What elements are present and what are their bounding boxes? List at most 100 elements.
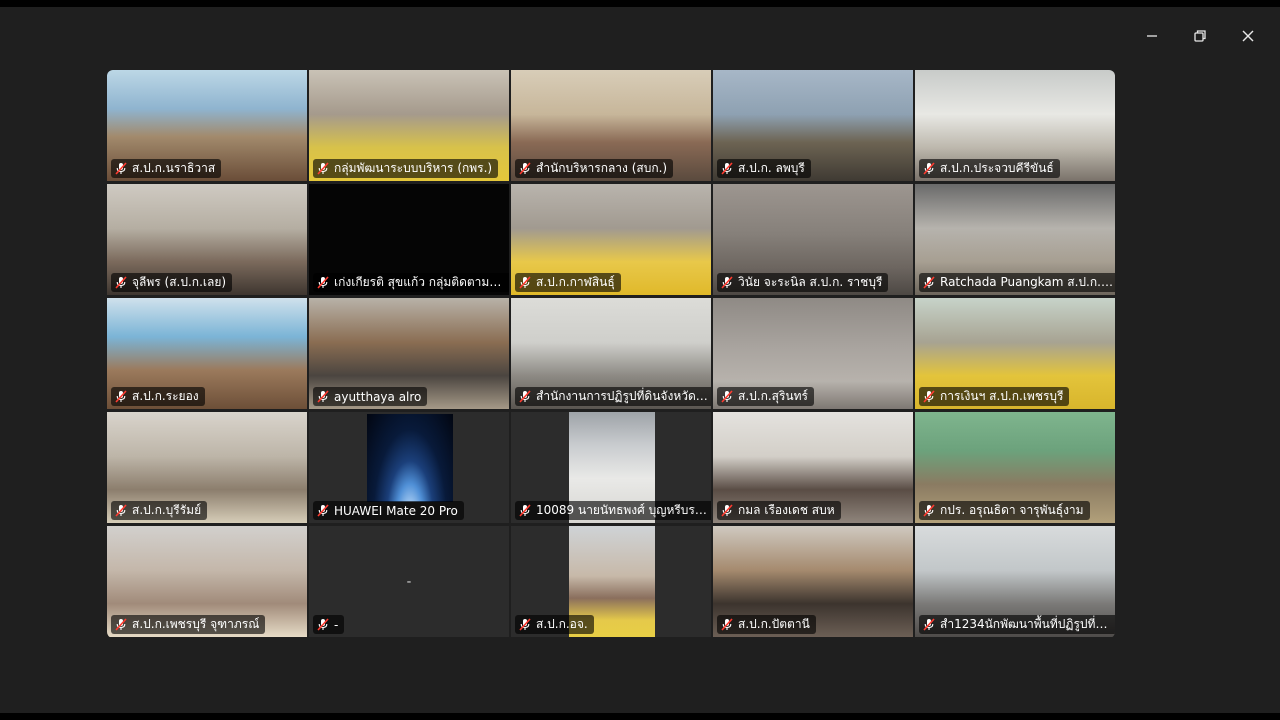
- participant-name: กมล เรืองเดช สบห: [738, 503, 835, 517]
- participant-name: จุลีพร (ส.ป.ก.เลย): [132, 275, 227, 289]
- mic-muted-icon: [115, 390, 127, 403]
- participant-name-tag: Ratchada Puangkam ส.ป.ก.ล...: [919, 273, 1115, 292]
- participant-tile[interactable]: 10089 นายนัทธพงศ์ บุญหรีบรรจง: [511, 412, 711, 523]
- minimize-button[interactable]: [1128, 21, 1176, 51]
- participant-name: ส.ป.ก.อจ.: [536, 617, 588, 631]
- participant-name: ayutthaya alro: [334, 389, 422, 404]
- mic-muted-icon: [721, 162, 733, 175]
- participant-name-tag: -: [313, 615, 345, 634]
- close-button[interactable]: [1224, 21, 1272, 51]
- participant-tile[interactable]: ส.ป.ก.บุรีรัมย์: [107, 412, 307, 523]
- participant-name-tag: 10089 นายนัทธพงศ์ บุญหรีบรรจง: [515, 501, 711, 520]
- mic-muted-icon: [519, 276, 531, 289]
- participant-name: -: [334, 617, 339, 632]
- participant-placeholder: -: [406, 574, 412, 589]
- participant-tile[interactable]: เก่งเกียรติ สุขแก้ว กลุ่มติดตามและ...: [309, 184, 509, 295]
- participant-tile[interactable]: ส.ป.ก.ปัตตานี: [713, 526, 913, 637]
- participant-tile[interactable]: กปร. อรุณธิดา จารุพันธุ์งาม: [915, 412, 1115, 523]
- participant-name-tag: ส.ป.ก.อจ.: [515, 615, 594, 634]
- participant-name: ส.ป.ก.กาฬสินธุ์: [536, 275, 615, 289]
- participant-name: 10089 นายนัทธพงศ์ บุญหรีบรรจง: [536, 503, 709, 517]
- participant-name-tag: ส.ป.ก.นราธิวาส: [111, 159, 222, 178]
- participant-name-tag: ส.ป.ก. ลพบุรี: [717, 159, 811, 178]
- participant-tile[interactable]: สำนักบริหารกลาง (สบก.): [511, 70, 711, 181]
- participant-tile[interactable]: จุลีพร (ส.ป.ก.เลย): [107, 184, 307, 295]
- participant-name: Ratchada Puangkam ส.ป.ก.ล...: [940, 275, 1113, 289]
- participant-name-tag: สำนักงานการปฏิรูปที่ดินจังหวัด ล...: [515, 387, 711, 406]
- participant-tile[interactable]: กมล เรืองเดช สบห: [713, 412, 913, 523]
- participant-name-tag: ส.ป.ก.ปัตตานี: [717, 615, 816, 634]
- participant-tile[interactable]: ส.ป.ก. ลพบุรี: [713, 70, 913, 181]
- participant-tile[interactable]: ส.ป.ก.กาฬสินธุ์: [511, 184, 711, 295]
- participant-tile[interactable]: ส.ป.ก.เพชรบุรี จุฑาภรณ์: [107, 526, 307, 637]
- participant-name-tag: การเงินฯ ส.ป.ก.เพชรบุรี: [919, 387, 1070, 406]
- participant-name-tag: สำนักบริหารกลาง (สบก.): [515, 159, 674, 178]
- mic-muted-icon: [115, 162, 127, 175]
- participant-tile[interactable]: การเงินฯ ส.ป.ก.เพชรบุรี: [915, 298, 1115, 409]
- participant-name-tag: กลุ่มพัฒนาระบบบริหาร (กพร.): [313, 159, 499, 178]
- participant-name-tag: วินัย จะระนิล ส.ป.ก. ราชบุรี: [717, 273, 889, 292]
- mic-muted-icon: [721, 504, 733, 517]
- participant-name: ส.ป.ก.ระยอง: [132, 389, 199, 403]
- participant-tile[interactable]: กลุ่มพัฒนาระบบบริหาร (กพร.): [309, 70, 509, 181]
- participant-name-tag: เก่งเกียรติ สุขแก้ว กลุ่มติดตามและ...: [313, 273, 509, 292]
- participant-tile[interactable]: ส.ป.ก.นราธิวาส: [107, 70, 307, 181]
- restore-button[interactable]: [1176, 21, 1224, 51]
- participant-name: HUAWEI Mate 20 Pro: [334, 503, 458, 518]
- participant-name-tag: ayutthaya alro: [313, 387, 428, 406]
- participant-name-tag: HUAWEI Mate 20 Pro: [313, 501, 464, 520]
- mic-muted-icon: [519, 618, 531, 631]
- meeting-window: ส.ป.ก.นราธิวาส กลุ่มพัฒนาระบบบริหาร (กพร.…: [0, 7, 1280, 713]
- participant-name: สำนักงานการปฏิรูปที่ดินจังหวัด ล...: [536, 389, 709, 403]
- participant-name: ส.ป.ก.ประจวบคีรีขันธ์: [940, 161, 1054, 175]
- participant-tile[interactable]: วินัย จะระนิล ส.ป.ก. ราชบุรี: [713, 184, 913, 295]
- mic-muted-icon: [115, 276, 127, 289]
- participant-name-tag: ส.ป.ก.เพชรบุรี จุฑาภรณ์: [111, 615, 266, 634]
- minimize-icon: [1147, 35, 1157, 37]
- mic-muted-icon: [721, 276, 733, 289]
- participant-tile[interactable]: ส.ป.ก.อจ.: [511, 526, 711, 637]
- mic-muted-icon: [317, 162, 329, 175]
- participant-tile[interactable]: ส.ป.ก.ระยอง: [107, 298, 307, 409]
- mic-muted-icon: [519, 162, 531, 175]
- participant-name-tag: จุลีพร (ส.ป.ก.เลย): [111, 273, 233, 292]
- close-icon: [1242, 30, 1254, 42]
- mic-muted-icon: [317, 276, 329, 289]
- participant-tile[interactable]: ส.ป.ก.สุรินทร์: [713, 298, 913, 409]
- participant-tile[interactable]: ayutthaya alro: [309, 298, 509, 409]
- participant-name-tag: สำ1234นักพัฒนาพื้นที่ปฏิรูปที่ดิน...: [919, 615, 1115, 634]
- participant-name: เก่งเกียรติ สุขแก้ว กลุ่มติดตามและ...: [334, 275, 507, 289]
- mic-muted-icon: [721, 618, 733, 631]
- mic-muted-icon: [317, 390, 329, 403]
- mic-muted-icon: [317, 504, 329, 517]
- participant-tile[interactable]: สำนักงานการปฏิรูปที่ดินจังหวัด ล...: [511, 298, 711, 409]
- participant-name-tag: กปร. อรุณธิดา จารุพันธุ์งาม: [919, 501, 1090, 520]
- mic-muted-icon: [519, 390, 531, 403]
- participant-tile[interactable]: Ratchada Puangkam ส.ป.ก.ล...: [915, 184, 1115, 295]
- participant-name: ส.ป.ก.บุรีรัมย์: [132, 503, 202, 517]
- participant-tile[interactable]: ส.ป.ก.ประจวบคีรีขันธ์: [915, 70, 1115, 181]
- earth-wallpaper: [367, 414, 453, 502]
- participant-name: ส.ป.ก.นราธิวาส: [132, 161, 216, 175]
- participant-name: ส.ป.ก.เพชรบุรี จุฑาภรณ์: [132, 617, 260, 631]
- participant-name: วินัย จะระนิล ส.ป.ก. ราชบุรี: [738, 275, 883, 289]
- participant-name-tag: ส.ป.ก.สุรินทร์: [717, 387, 814, 406]
- participant-name: สำ1234นักพัฒนาพื้นที่ปฏิรูปที่ดิน...: [940, 617, 1113, 631]
- participant-tile[interactable]: HUAWEI Mate 20 Pro: [309, 412, 509, 523]
- participant-name-tag: ส.ป.ก.ประจวบคีรีขันธ์: [919, 159, 1060, 178]
- participant-tile[interactable]: --: [309, 526, 509, 637]
- mic-muted-icon: [923, 390, 935, 403]
- window-controls: [1128, 21, 1272, 51]
- mic-muted-icon: [115, 504, 127, 517]
- restore-icon: [1194, 30, 1206, 42]
- participant-name: ส.ป.ก.ปัตตานี: [738, 617, 810, 631]
- participant-name-tag: ส.ป.ก.บุรีรัมย์: [111, 501, 208, 520]
- mic-muted-icon: [923, 618, 935, 631]
- participant-name-tag: ส.ป.ก.ระยอง: [111, 387, 205, 406]
- mic-muted-icon: [923, 504, 935, 517]
- participant-tile[interactable]: สำ1234นักพัฒนาพื้นที่ปฏิรูปที่ดิน...: [915, 526, 1115, 637]
- participant-name-tag: กมล เรืองเดช สบห: [717, 501, 841, 520]
- mic-muted-icon: [115, 618, 127, 631]
- participant-name: ส.ป.ก.สุรินทร์: [738, 389, 808, 403]
- participant-name-tag: ส.ป.ก.กาฬสินธุ์: [515, 273, 621, 292]
